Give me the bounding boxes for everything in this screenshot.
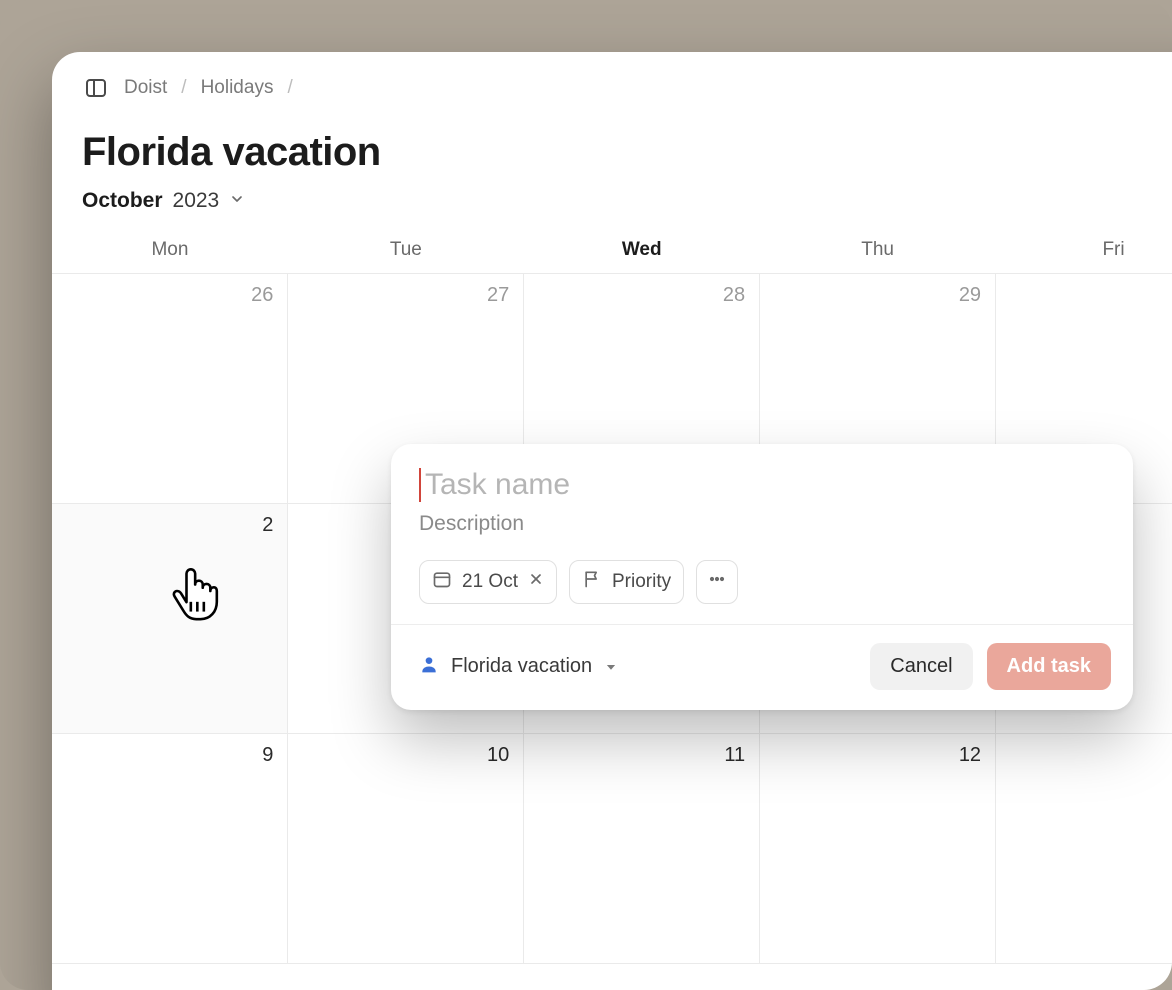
sidebar-toggle[interactable] bbox=[82, 74, 110, 102]
breadcrumb-separator: / bbox=[287, 77, 292, 99]
page-title: Florida vacation bbox=[52, 108, 1172, 185]
calendar-cell[interactable]: 26 bbox=[52, 274, 288, 504]
breadcrumb-separator: / bbox=[181, 77, 186, 99]
weekday-header: Thu bbox=[760, 229, 996, 274]
day-number: 28 bbox=[723, 284, 745, 307]
month-selector[interactable]: October 2023 bbox=[52, 185, 1172, 229]
person-icon bbox=[419, 654, 439, 680]
calendar-cell[interactable]: 2 bbox=[52, 504, 288, 734]
priority-chip-label: Priority bbox=[612, 571, 671, 593]
description-input[interactable]: Description bbox=[419, 512, 1105, 536]
breadcrumb-item-doist[interactable]: Doist bbox=[124, 77, 167, 99]
calendar-cell[interactable]: 9 bbox=[52, 734, 288, 964]
month-label: October bbox=[82, 189, 163, 213]
add-task-button[interactable]: Add task bbox=[987, 643, 1111, 690]
project-selector[interactable]: Florida vacation bbox=[419, 654, 618, 680]
calendar-cell[interactable]: 10 bbox=[288, 734, 524, 964]
app-window: Doist / Holidays / Florida vacation Octo… bbox=[52, 52, 1172, 990]
more-options-chip[interactable] bbox=[696, 560, 738, 604]
year-label: 2023 bbox=[173, 189, 220, 213]
day-number: 29 bbox=[959, 284, 981, 307]
clear-date-icon[interactable] bbox=[528, 571, 544, 593]
day-number: 27 bbox=[487, 284, 509, 307]
calendar-cell[interactable]: 11 bbox=[524, 734, 760, 964]
calendar-cell[interactable]: 12 bbox=[760, 734, 996, 964]
task-name-input[interactable]: Task name bbox=[419, 468, 1105, 502]
weekday-header: Mon bbox=[52, 229, 288, 274]
date-chip[interactable]: 21 Oct bbox=[419, 560, 557, 604]
day-number: 2 bbox=[262, 514, 273, 537]
calendar-icon bbox=[432, 569, 452, 595]
weekday-header: Tue bbox=[288, 229, 524, 274]
cancel-button[interactable]: Cancel bbox=[870, 643, 972, 690]
breadcrumb-item-holidays[interactable]: Holidays bbox=[201, 77, 274, 99]
more-horizontal-icon bbox=[707, 569, 727, 595]
day-number: 11 bbox=[724, 744, 745, 767]
day-number: 10 bbox=[487, 744, 509, 767]
chevron-down-icon bbox=[229, 189, 245, 213]
day-number: 12 bbox=[959, 744, 981, 767]
topbar: Doist / Holidays / bbox=[52, 52, 1172, 108]
project-label: Florida vacation bbox=[451, 655, 592, 678]
calendar-cell[interactable] bbox=[996, 734, 1172, 964]
weekday-header-today: Wed bbox=[524, 229, 760, 274]
day-number: 9 bbox=[262, 744, 273, 767]
caret-down-icon bbox=[604, 660, 618, 674]
quick-add-modal: Task name Description 21 Oct bbox=[391, 444, 1133, 710]
flag-icon bbox=[582, 569, 602, 595]
priority-chip[interactable]: Priority bbox=[569, 560, 684, 604]
task-name-placeholder: Task name bbox=[425, 468, 570, 502]
date-chip-label: 21 Oct bbox=[462, 571, 518, 593]
weekday-header: Fri bbox=[996, 229, 1172, 274]
text-cursor bbox=[419, 468, 421, 502]
day-number: 26 bbox=[251, 284, 273, 307]
